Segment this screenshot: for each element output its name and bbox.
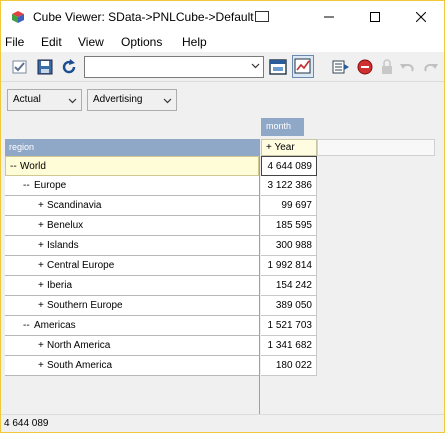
row-label: World [20, 161, 46, 172]
scenario-filter[interactable]: Actual [7, 89, 82, 111]
tree-toggle[interactable]: -- [23, 180, 30, 191]
check-icon[interactable] [11, 58, 29, 76]
data-cell-south-america[interactable]: 180 022 [261, 356, 317, 376]
tree-toggle[interactable]: + [38, 300, 44, 311]
row-label: Central Europe [47, 260, 115, 271]
data-cell-north-america[interactable]: 1 341 682 [261, 336, 317, 356]
column-dimension-tab[interactable]: month [261, 118, 304, 136]
row-label: Islands [47, 240, 79, 251]
row-label: Benelux [47, 220, 84, 231]
row-header-europe[interactable]: -- Europe [5, 176, 259, 196]
menu-bar: File Edit View Options Help [1, 32, 444, 52]
window-layout-icon[interactable] [255, 11, 269, 22]
stop-icon[interactable] [356, 58, 374, 76]
window-title: Cube Viewer: SData->PNLCube->Default [33, 10, 254, 24]
menu-options[interactable]: Options [121, 35, 162, 49]
row-label: Europe [34, 180, 67, 191]
close-icon [416, 11, 426, 22]
row-header-benelux[interactable]: + Benelux [5, 216, 259, 236]
chevron-down-icon [68, 98, 77, 104]
chart-toggle-button[interactable] [292, 55, 314, 78]
row-header-americas[interactable]: -- Americas [5, 316, 259, 336]
menu-file[interactable]: File [5, 35, 24, 49]
row-header-scandinavia[interactable]: + Scandinavia [5, 196, 259, 216]
save-icon[interactable] [36, 58, 54, 76]
row-header-iberia[interactable]: + Iberia [5, 276, 259, 296]
chevron-down-icon [251, 63, 260, 69]
data-cell-islands[interactable]: 300 988 [261, 236, 317, 256]
row-label: Scandinavia [47, 200, 102, 211]
row-header-panel: -- World -- Europe + Scandinavia + Benel… [5, 156, 260, 414]
cube-app-icon [12, 11, 24, 23]
row-header-south-america[interactable]: + South America [5, 356, 259, 376]
tree-toggle[interactable]: + [38, 240, 44, 251]
data-cell-southern-europe[interactable]: 389 050 [261, 296, 317, 316]
data-cell-world[interactable]: 4 644 089 [261, 156, 317, 176]
tree-toggle[interactable]: + [38, 220, 44, 231]
tree-toggle[interactable]: + [38, 260, 44, 271]
tree-toggle[interactable]: + [38, 340, 44, 351]
scenario-filter-label: Actual [13, 94, 41, 105]
toolbar [1, 52, 444, 82]
row-header-islands[interactable]: + Islands [5, 236, 259, 256]
column-header-year[interactable]: + Year [261, 139, 317, 156]
close-button[interactable] [398, 1, 444, 32]
tree-toggle[interactable]: + [38, 360, 44, 371]
status-value: 4 644 089 [4, 418, 49, 429]
row-header-world[interactable]: -- World [5, 156, 259, 176]
cube-grid: month region + Year -- World -- Europe +… [1, 118, 444, 414]
tree-toggle[interactable]: -- [10, 161, 17, 172]
filter-bar: Actual Advertising [1, 82, 444, 118]
data-cell-central-europe[interactable]: 1 992 814 [261, 256, 317, 276]
menu-view[interactable]: View [78, 35, 104, 49]
status-bar: 4 644 089 [1, 414, 444, 432]
maximize-icon [370, 11, 380, 22]
cube-viewer-window: Cube Viewer: SData->PNLCube->Default Fil… [0, 0, 445, 433]
view-window-icon[interactable] [269, 58, 287, 76]
minimize-icon [324, 16, 334, 17]
export-icon[interactable] [332, 58, 350, 76]
undo-icon [400, 63, 414, 72]
minimize-button[interactable] [306, 1, 352, 32]
menu-edit[interactable]: Edit [41, 35, 62, 49]
row-label: Iberia [47, 280, 73, 291]
maximize-button[interactable] [352, 1, 398, 32]
tree-toggle[interactable]: + [38, 200, 44, 211]
data-cell-benelux[interactable]: 185 595 [261, 216, 317, 236]
tree-toggle[interactable]: -- [23, 320, 30, 331]
row-header-north-america[interactable]: + North America [5, 336, 259, 356]
row-header-central-europe[interactable]: + Central Europe [5, 256, 259, 276]
chart-edit-icon [294, 58, 311, 74]
refresh-icon[interactable] [60, 58, 78, 76]
lock-icon [382, 59, 392, 74]
row-header-southern-europe[interactable]: + Southern Europe [5, 296, 259, 316]
row-label: North America [47, 340, 111, 351]
data-cell-americas[interactable]: 1 521 703 [261, 316, 317, 336]
row-dimension-tab[interactable]: region [5, 139, 260, 156]
menu-help[interactable]: Help [182, 35, 207, 49]
data-cell-iberia[interactable]: 154 242 [261, 276, 317, 296]
data-cell-scandinavia[interactable]: 99 697 [261, 196, 317, 216]
chevron-down-icon [163, 98, 172, 104]
title-bar[interactable]: Cube Viewer: SData->PNLCube->Default [1, 1, 444, 32]
view-combo[interactable] [84, 56, 264, 78]
row-label: Southern Europe [47, 300, 123, 311]
data-cell-europe[interactable]: 3 122 386 [261, 176, 317, 196]
row-label: Americas [34, 320, 76, 331]
column-header-empty [317, 139, 435, 156]
tree-toggle[interactable]: + [38, 280, 44, 291]
redo-icon [424, 63, 438, 72]
account-filter[interactable]: Advertising [87, 89, 177, 111]
row-label: South America [47, 360, 113, 371]
account-filter-label: Advertising [93, 94, 143, 105]
